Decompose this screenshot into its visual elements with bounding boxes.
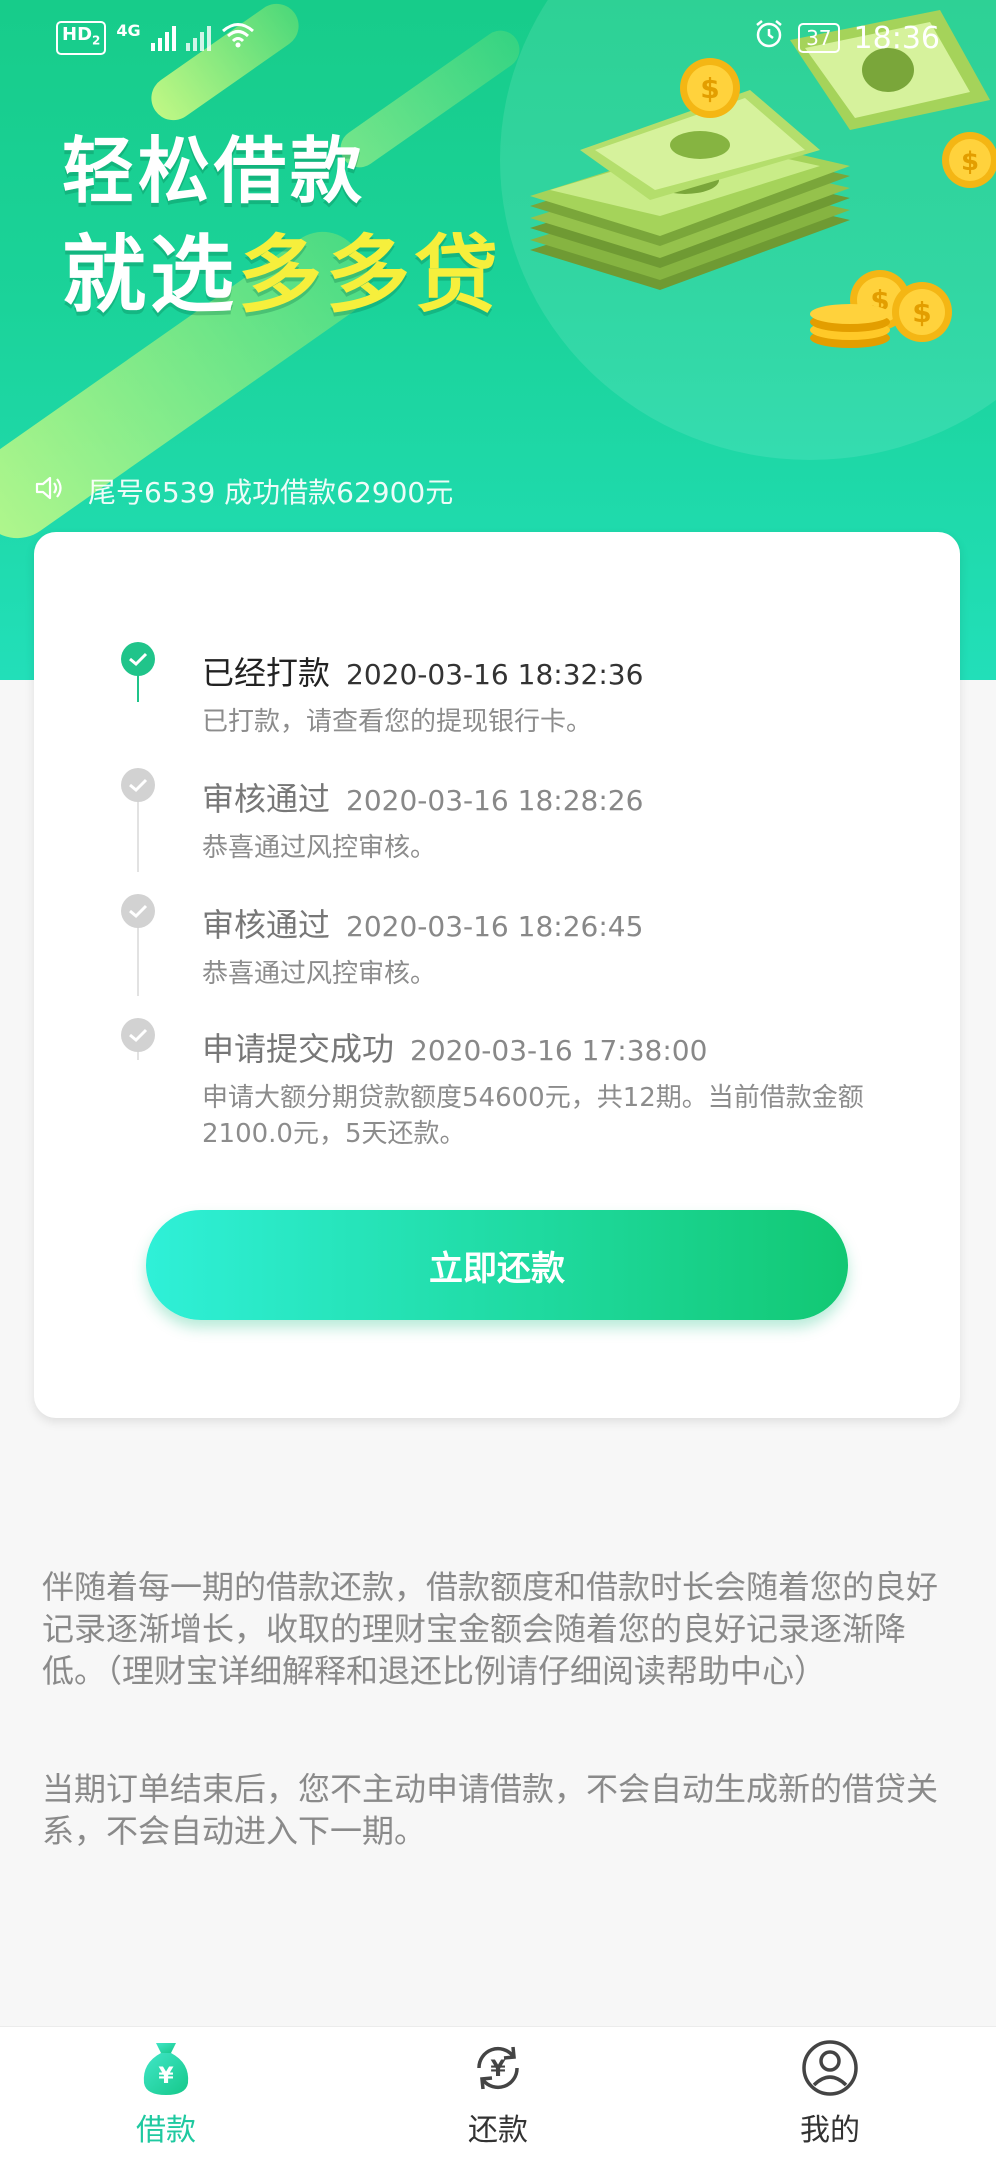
step-description: 申请大额分期贷款额度54600元，共12期。当前借款金额2100.0元，5天还款… [202, 1083, 864, 1149]
speaker-icon [34, 474, 64, 509]
money-stack-icon [530, 90, 850, 290]
battery-icon: 37 [798, 23, 840, 53]
coin-stack-icon [810, 304, 890, 348]
timeline-step-title: 审核通过 2020-03-16 18:26:45 [202, 900, 643, 946]
money-bag-icon: ¥ [136, 2039, 196, 2101]
signal-icon [150, 25, 176, 51]
step-time: 2020-03-16 18:28:26 [346, 784, 644, 817]
timeline-step-title: 已经打款 2020-03-16 18:32:36 [202, 648, 643, 694]
slogan-line2: 就选多多贷 [62, 208, 502, 329]
tab-label: 借款 [136, 2112, 196, 2148]
step-description: 已打款，请查看您的提现银行卡。 [202, 707, 593, 737]
coin-icon: $ [942, 132, 996, 188]
step-title: 已经打款 [202, 654, 331, 692]
step-time: 2020-03-16 18:32:36 [346, 658, 644, 691]
check-icon [121, 1018, 155, 1052]
svg-text:¥: ¥ [490, 2057, 506, 2082]
slogan-prefix: 就选 [62, 226, 239, 324]
step-title: 审核通过 [202, 780, 331, 818]
wifi-icon [221, 22, 255, 54]
brand-name: 多多贷 [238, 226, 503, 324]
step-title: 审核通过 [202, 906, 331, 944]
svg-text:$: $ [961, 147, 979, 177]
status-bar: HD2 4G 37 18:36 [0, 0, 996, 76]
tab-repay[interactable]: ¥ 还款 [378, 2039, 618, 2149]
network-type: 4G [116, 21, 141, 41]
check-icon [121, 642, 155, 676]
svg-text:$: $ [700, 72, 719, 105]
svg-text:$: $ [912, 296, 931, 329]
timeline-step-title: 申请提交成功 2020-03-16 17:38:00 [202, 1024, 707, 1070]
step-description: 恭喜通过风控审核。 [202, 833, 437, 863]
loan-notice-ticker: 尾号6539 成功借款62900元 [34, 466, 453, 516]
hd-badge: HD2 [56, 21, 107, 55]
timeline-connector [137, 916, 139, 996]
tab-loan[interactable]: ¥ 借款 [46, 2039, 286, 2149]
tab-label: 还款 [468, 2112, 528, 2148]
timeline-step-title: 审核通过 2020-03-16 18:28:26 [202, 774, 643, 820]
user-circle-icon [801, 2039, 859, 2101]
slogan-line1: 轻松借款 [62, 129, 367, 213]
step-title: 申请提交成功 [202, 1030, 395, 1068]
tab-label: 我的 [800, 2112, 860, 2148]
clock: 18:36 [853, 20, 940, 56]
info-paragraph: 当期订单结束后，您不主动申请借款，不会自动生成新的借贷关系，不会自动进入下一期。 [42, 1770, 939, 1850]
check-icon [121, 768, 155, 802]
coin-icon: $ [892, 282, 952, 342]
repay-now-button[interactable]: 立即还款 [146, 1210, 848, 1320]
yuan-cycle-icon: ¥ [469, 2039, 527, 2101]
check-icon [121, 894, 155, 928]
info-paragraph: 伴随着每一期的借款还款，借款额度和借款时长会随着您的良好记录逐渐增长，收取的理财… [42, 1568, 939, 1690]
loan-status-card: 已经打款 2020-03-16 18:32:36 已打款，请查看您的提现银行卡。… [34, 532, 960, 1418]
signal-icon [185, 25, 211, 51]
step-time: 2020-03-16 18:26:45 [346, 910, 644, 943]
bottom-tab-bar: ¥ 借款 ¥ 还款 我的 [0, 2026, 996, 2160]
tab-mine[interactable]: 我的 [710, 2039, 950, 2149]
svg-text:¥: ¥ [158, 2064, 174, 2089]
step-time: 2020-03-16 17:38:00 [410, 1034, 708, 1067]
step-description: 恭喜通过风控审核。 [202, 959, 437, 989]
alarm-icon [754, 19, 784, 57]
notice-text: 尾号6539 成功借款62900元 [88, 476, 454, 509]
